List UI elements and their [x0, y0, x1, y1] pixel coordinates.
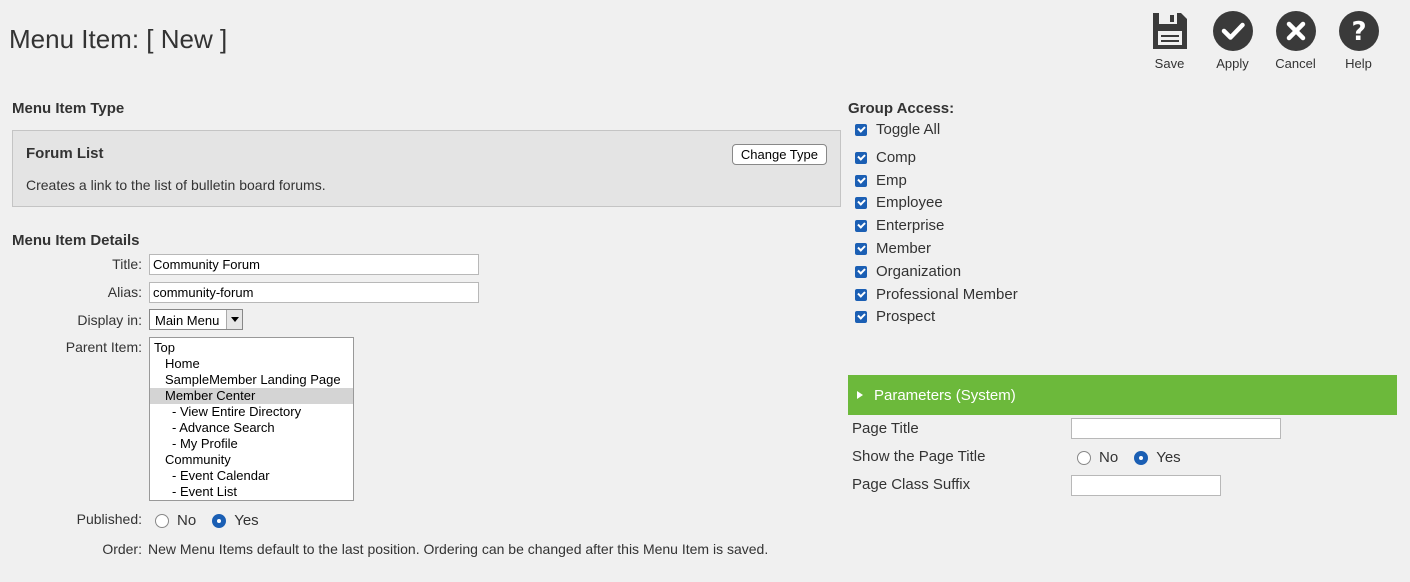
published-yes-option[interactable]: Yes	[212, 512, 259, 529]
group-checkbox[interactable]	[855, 288, 867, 301]
show-title-yes-option[interactable]: Yes	[1134, 449, 1181, 466]
apply-button[interactable]: Apply	[1201, 11, 1264, 71]
menu-item-type-description: Creates a link to the list of bulletin b…	[26, 177, 326, 193]
group-checkbox-row[interactable]: Professional Member	[855, 286, 1018, 303]
list-item-top[interactable]: Top	[150, 340, 353, 356]
published-yes-radio[interactable]	[212, 513, 227, 528]
show-title-yes-label: Yes	[1156, 449, 1181, 466]
question-mark-icon: ?	[1338, 11, 1379, 51]
group-checkbox[interactable]	[855, 242, 867, 255]
group-label: Professional Member	[876, 286, 1018, 303]
display-in-value: Main Menu	[155, 313, 220, 328]
published-label: Published:	[76, 511, 142, 527]
menu-item-details-heading: Menu Item Details	[12, 232, 140, 249]
title-label: Title:	[112, 256, 142, 272]
group-label: Emp	[876, 172, 907, 189]
published-no-label: No	[177, 512, 197, 529]
list-item-samplemember-landing[interactable]: SampleMember Landing Page	[150, 372, 353, 388]
show-title-no-option[interactable]: No	[1077, 449, 1118, 466]
published-no-radio[interactable]	[155, 513, 169, 528]
group-checkbox[interactable]	[855, 219, 867, 232]
list-item-view-directory[interactable]: - View Entire Directory	[150, 404, 353, 420]
group-checkbox[interactable]	[855, 196, 867, 209]
display-in-select[interactable]: Main Menu	[149, 309, 243, 330]
show-title-no-label: No	[1099, 449, 1119, 466]
toolbar: Save Apply Cancel ? Help	[1138, 11, 1390, 71]
published-radio-group: No Yes	[155, 512, 275, 529]
group-checkbox-row[interactable]: Prospect	[855, 308, 935, 325]
group-checkbox-row[interactable]: Enterprise	[855, 217, 944, 234]
group-checkbox[interactable]	[855, 174, 867, 187]
help-label: Help	[1345, 56, 1372, 71]
published-no-option[interactable]: No	[155, 512, 196, 529]
apply-label: Apply	[1216, 56, 1249, 71]
group-checkbox[interactable]	[855, 265, 867, 278]
order-description: New Menu Items default to the last posit…	[148, 541, 769, 557]
parameters-panel-toggle[interactable]: Parameters (System)	[848, 375, 1397, 415]
parameters-title: Parameters (System)	[874, 386, 1016, 404]
list-item-advance-search[interactable]: - Advance Search	[150, 420, 353, 436]
group-label: Organization	[876, 263, 962, 280]
toggle-all-checkbox[interactable]	[855, 123, 867, 136]
list-item-event-calendar[interactable]: - Event Calendar	[150, 468, 353, 484]
page-class-suffix-label: Page Class Suffix	[852, 476, 971, 493]
group-checkbox-row[interactable]: Employee	[855, 194, 943, 211]
group-checkbox[interactable]	[855, 310, 867, 323]
show-page-title-label: Show the Page Title	[852, 448, 986, 465]
toggle-all-checkbox-row[interactable]: Toggle All	[855, 121, 940, 138]
page-title-input[interactable]	[1071, 418, 1281, 439]
page-class-suffix-input[interactable]	[1071, 475, 1221, 496]
group-access-heading: Group Access:	[848, 100, 955, 117]
list-item-home[interactable]: Home	[150, 356, 353, 372]
show-title-no-radio[interactable]	[1077, 450, 1091, 465]
menu-item-type-name: Forum List	[26, 145, 104, 162]
save-label: Save	[1154, 56, 1185, 71]
menu-item-type-heading: Menu Item Type	[12, 100, 125, 117]
show-page-title-radio-group: No Yes	[1077, 449, 1197, 466]
published-yes-label: Yes	[234, 512, 259, 529]
group-checkbox-row[interactable]: Emp	[855, 172, 907, 189]
group-checkbox-row[interactable]: Member	[855, 240, 931, 257]
alias-input[interactable]	[149, 282, 479, 303]
floppy-disk-icon	[1150, 11, 1190, 51]
cancel-button[interactable]: Cancel	[1264, 11, 1327, 71]
alias-label: Alias:	[107, 284, 142, 300]
save-button[interactable]: Save	[1138, 11, 1201, 71]
title-input[interactable]	[149, 254, 479, 275]
page-title: Menu Item: [ New ]	[9, 24, 228, 54]
change-type-button[interactable]: Change Type	[731, 144, 827, 165]
list-item-my-profile[interactable]: - My Profile	[150, 436, 353, 452]
menu-item-type-panel: Forum List Creates a link to the list of…	[12, 130, 841, 207]
help-button[interactable]: ? Help	[1327, 11, 1390, 71]
group-label: Enterprise	[876, 217, 945, 234]
display-in-label: Display in:	[77, 312, 142, 328]
group-checkbox-row[interactable]: Comp	[855, 149, 916, 166]
group-label: Comp	[876, 149, 917, 166]
show-title-yes-radio[interactable]	[1134, 450, 1149, 465]
group-label: Member	[876, 240, 932, 257]
group-checkbox[interactable]	[855, 151, 867, 164]
chevron-down-icon	[226, 310, 242, 329]
checkmark-icon	[1212, 11, 1253, 51]
group-checkbox-row[interactable]: Organization	[855, 263, 961, 280]
list-item-community[interactable]: Community	[150, 452, 353, 468]
group-label: Employee	[876, 194, 943, 211]
close-icon	[1275, 11, 1316, 51]
page-title-param-label: Page Title	[852, 420, 919, 437]
list-item-event-list[interactable]: - Event List	[150, 484, 353, 500]
toggle-all-label: Toggle All	[876, 121, 941, 138]
parent-item-label: Parent Item:	[65, 339, 142, 355]
order-label: Order:	[102, 541, 142, 557]
svg-text:?: ?	[1351, 17, 1366, 47]
parent-item-listbox[interactable]: Top Home SampleMember Landing Page Membe…	[149, 337, 354, 501]
caret-right-icon	[857, 391, 863, 399]
list-item-member-center[interactable]: Member Center	[150, 388, 353, 404]
group-label: Prospect	[876, 308, 936, 325]
cancel-label: Cancel	[1275, 56, 1316, 71]
